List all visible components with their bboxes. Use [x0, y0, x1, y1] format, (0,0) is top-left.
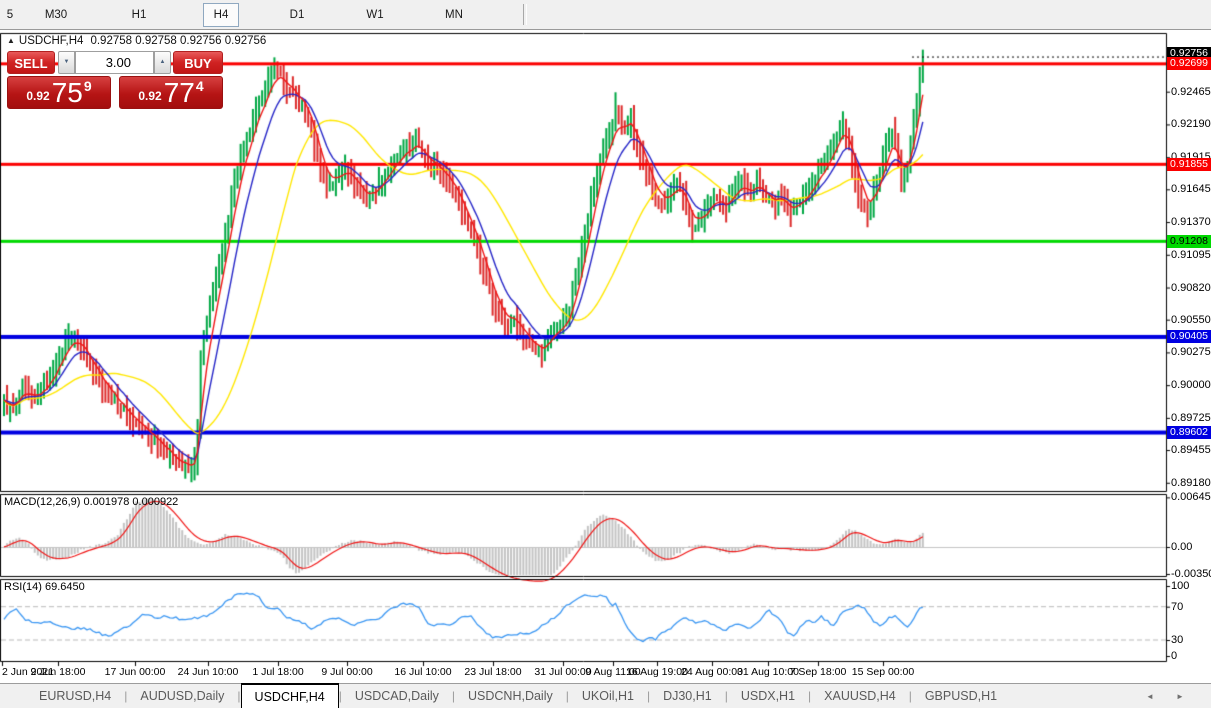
sell-price-main: 75 — [52, 80, 83, 106]
date-axis-label: 9 Jun 18:00 — [31, 666, 86, 678]
price-axis-tick: 0.92465 — [1171, 86, 1211, 98]
chart-ohlc-quote: 0.92758 0.92758 0.92756 0.92756 — [90, 35, 266, 47]
tab-usdcad-daily[interactable]: USDCAD,Daily — [342, 684, 452, 708]
trade-panel-price-row: 0.92759 0.92774 — [7, 76, 223, 109]
tab-eurusd-h4[interactable]: EURUSD,H4 — [26, 684, 124, 708]
price-axis-tick: 0.90550 — [1171, 314, 1211, 326]
date-axis-label: 17 Jun 00:00 — [105, 666, 166, 678]
tab-scroll-right-icon[interactable]: ► — [1176, 684, 1184, 708]
price-axis-tick: 0.89725 — [1171, 412, 1211, 424]
macd-values: 0.001978 0.000922 — [83, 496, 178, 508]
date-axis-label: 24 Jun 10:00 — [178, 666, 239, 678]
date-axis-label: 9 Jul 00:00 — [321, 666, 372, 678]
level-price-badge: 0.90405 — [1167, 330, 1211, 343]
price-axis-tick: 0.90000 — [1171, 379, 1211, 391]
tab-dj30-h1[interactable]: DJ30,H1 — [650, 684, 725, 708]
chart-overlays: ▲ USDCHF,H4 0.92758 0.92758 0.92756 0.9275… — [0, 31, 1211, 683]
buy-price-button[interactable]: 0.92774 — [119, 76, 223, 109]
timeframe-button-w1[interactable]: W1 — [358, 3, 392, 27]
tab-xauusd-h4[interactable]: XAUUSD,H4 — [811, 684, 909, 708]
tab-usdcnh-daily[interactable]: USDCNH,Daily — [455, 684, 566, 708]
date-axis-label: 16 Jul 10:00 — [394, 666, 451, 678]
macd-name: MACD(12,26,9) — [4, 496, 80, 508]
macd-axis-tick: 0.006451 — [1171, 491, 1211, 503]
level-price-badge: 0.92699 — [1167, 57, 1211, 70]
macd-indicator-label: MACD(12,26,9) 0.001978 0.000922 — [4, 496, 178, 508]
date-axis-label: 15 Sep 00:00 — [852, 666, 914, 678]
price-axis-tick: 0.89455 — [1171, 444, 1211, 456]
date-axis-label: 1 Jul 18:00 — [252, 666, 303, 678]
mt4-window: 5 M30 H1 H4 D1 W1 MN ▲ USDCHF,H4 0.92758 0.92758… — [0, 0, 1211, 708]
rsi-name: RSI(14) — [4, 581, 42, 593]
price-axis-tick: 0.91645 — [1171, 183, 1211, 195]
level-price-badge: 0.89602 — [1167, 426, 1211, 439]
buy-button[interactable]: BUY — [173, 51, 223, 74]
date-axis-label: 23 Jul 18:00 — [464, 666, 521, 678]
rsi-axis-tick: 100 — [1171, 580, 1189, 592]
rsi-axis-tick: 70 — [1171, 601, 1183, 613]
collapse-triangle-icon[interactable]: ▲ — [7, 36, 15, 45]
timeframe-button-mn[interactable]: MN — [436, 3, 472, 27]
timeframe-button-m30[interactable]: M30 — [35, 3, 77, 27]
chevron-down-icon: ▼ — [64, 59, 70, 65]
tab-usdx-h1[interactable]: USDX,H1 — [728, 684, 808, 708]
buy-price-main: 77 — [164, 80, 195, 106]
chevron-up-icon: ▲ — [160, 59, 166, 65]
price-axis-tick: 0.91370 — [1171, 216, 1211, 228]
timeframe-button-h1[interactable]: H1 — [122, 3, 156, 27]
toolbar-divider — [523, 4, 527, 25]
chart-title: ▲ USDCHF,H4 0.92758 0.92758 0.92756 0.9275… — [7, 35, 266, 47]
rsi-axis-tick: 30 — [1171, 634, 1183, 646]
level-price-badge: 0.91855 — [1167, 158, 1211, 171]
chart-symbol-period: USDCHF,H4 — [19, 35, 84, 47]
rsi-indicator-label: RSI(14) 69.6450 — [4, 581, 85, 593]
price-axis-tick: 0.90820 — [1171, 282, 1211, 294]
macd-axis-tick: 0.00 — [1171, 541, 1192, 553]
date-axis-label: 7 Sep 18:00 — [790, 666, 847, 678]
timeframe-button-d1[interactable]: D1 — [280, 3, 314, 27]
volume-increase-button[interactable]: ▲ — [154, 51, 171, 74]
rsi-value: 69.6450 — [45, 581, 85, 593]
price-axis-tick: 0.92190 — [1171, 118, 1211, 130]
tab-audusd-daily[interactable]: AUDUSD,Daily — [127, 684, 237, 708]
buy-price-pip: 4 — [196, 78, 204, 94]
price-axis-tick: 0.91095 — [1171, 249, 1211, 261]
sell-price-prefix: 0.92 — [26, 89, 49, 103]
symbol-tab-bar: EURUSD,H4|AUDUSD,Daily|USDCHF,H4|USDCAD,… — [0, 683, 1211, 708]
buy-price-prefix: 0.92 — [138, 89, 161, 103]
sell-button[interactable]: SELL — [7, 51, 55, 74]
tab-ukoil-h1[interactable]: UKOil,H1 — [569, 684, 647, 708]
tab-usdchf-h4[interactable]: USDCHF,H4 — [241, 683, 339, 708]
sell-price-button[interactable]: 0.92759 — [7, 76, 111, 109]
macd-axis-tick: -0.003507 — [1171, 568, 1211, 580]
tab-gbpusd-h1[interactable]: GBPUSD,H1 — [912, 684, 1010, 708]
date-axis-label: 24 Aug 00:00 — [681, 666, 743, 678]
rsi-axis-tick: 0 — [1171, 650, 1177, 662]
price-axis-tick: 0.89180 — [1171, 477, 1211, 489]
date-axis-label: 16 Aug 19:00 — [626, 666, 688, 678]
level-price-badge: 0.91208 — [1167, 235, 1211, 248]
timeframe-toolbar: 5 M30 H1 H4 D1 W1 MN — [0, 0, 1211, 30]
chart-window: ▲ USDCHF,H4 0.92758 0.92758 0.92756 0.9275… — [0, 31, 1211, 683]
price-axis-tick: 0.90275 — [1171, 346, 1211, 358]
timeframe-button-5[interactable]: 5 — [2, 3, 18, 27]
sell-price-pip: 9 — [84, 78, 92, 94]
one-click-trade-panel: SELL ▼ 3.00 ▲ BUY 0.92759 0.92774 — [7, 51, 223, 109]
tab-scroll-left-icon[interactable]: ◄ — [1146, 684, 1154, 708]
volume-decrease-button[interactable]: ▼ — [58, 51, 75, 74]
volume-input[interactable]: 3.00 — [75, 51, 154, 74]
date-axis-label: 31 Jul 00:00 — [534, 666, 591, 678]
trade-panel-top-row: SELL ▼ 3.00 ▲ BUY — [7, 51, 223, 74]
timeframe-button-h4[interactable]: H4 — [203, 3, 239, 27]
